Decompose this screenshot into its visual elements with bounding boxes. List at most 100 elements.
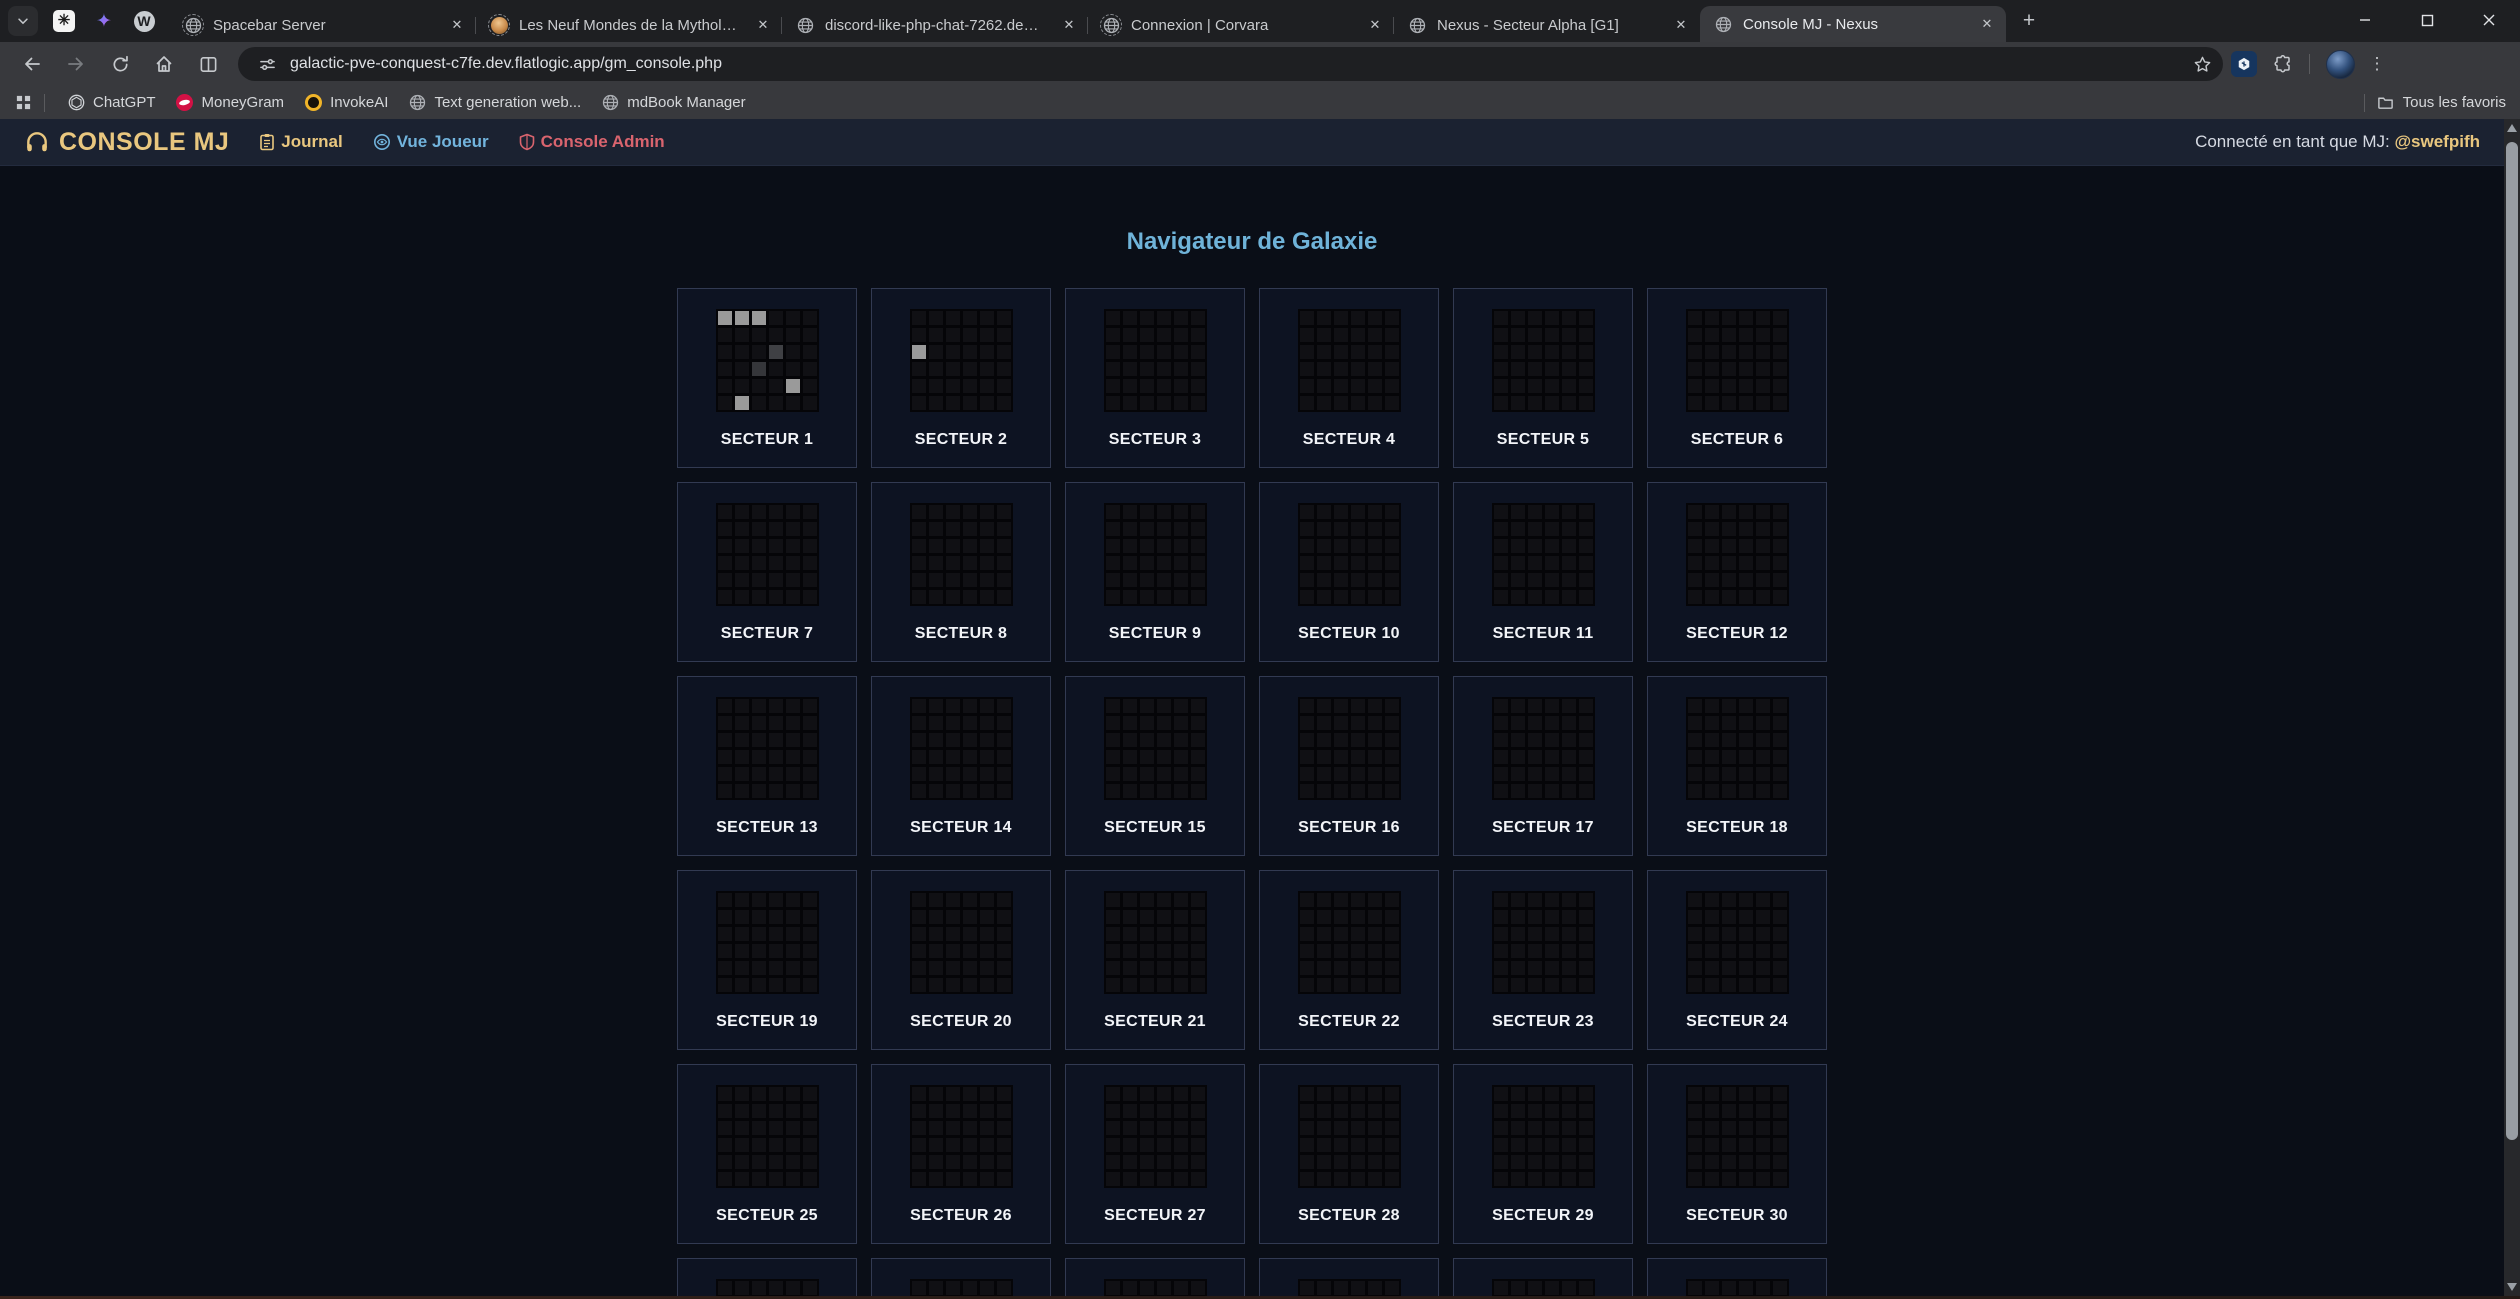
sector-card-25[interactable]: SECTEUR 25 (677, 1064, 857, 1244)
sector-card-36[interactable]: SECTEUR 36 (1647, 1258, 1827, 1296)
sector-card-21[interactable]: SECTEUR 21 (1065, 870, 1245, 1050)
nav-journal[interactable]: Journal (259, 132, 342, 152)
sector-card-11[interactable]: SECTEUR 11 (1453, 482, 1633, 662)
minimap-cell (1511, 522, 1525, 536)
bookmark-star-button[interactable] (2187, 49, 2217, 79)
tab-6[interactable]: Console MJ - Nexus✕ (1700, 6, 2006, 42)
browser-menu-button[interactable]: ⋮ (2363, 50, 2391, 78)
minimap-cell (1123, 733, 1137, 747)
pinned-tab-chatgpt[interactable]: ✳ (44, 4, 84, 38)
sector-card-9[interactable]: SECTEUR 9 (1065, 482, 1245, 662)
sector-card-31[interactable]: SECTEUR 31 (677, 1258, 857, 1296)
sector-card-3[interactable]: SECTEUR 3 (1065, 288, 1245, 468)
sector-card-8[interactable]: SECTEUR 8 (871, 482, 1051, 662)
tab-close-icon[interactable]: ✕ (1060, 16, 1078, 34)
minimap-cell (1140, 345, 1154, 359)
extension-button[interactable] (2231, 51, 2257, 77)
sector-card-29[interactable]: SECTEUR 29 (1453, 1064, 1633, 1244)
close-window-button[interactable] (2458, 0, 2520, 40)
sector-card-26[interactable]: SECTEUR 26 (871, 1064, 1051, 1244)
tab-close-icon[interactable]: ✕ (1672, 16, 1690, 34)
sector-card-2[interactable]: SECTEUR 2 (871, 288, 1051, 468)
nav-vue-joueur[interactable]: Vue Joueur (373, 132, 489, 152)
sector-card-15[interactable]: SECTEUR 15 (1065, 676, 1245, 856)
sector-card-17[interactable]: SECTEUR 17 (1453, 676, 1633, 856)
minimap-cell (1528, 573, 1542, 587)
home-button[interactable] (146, 46, 182, 82)
minimap-cell (963, 1138, 977, 1152)
sector-card-30[interactable]: SECTEUR 30 (1647, 1064, 1827, 1244)
url-text[interactable]: galactic-pve-conquest-c7fe.dev.flatlogic… (290, 55, 2187, 73)
tab-2[interactable]: Les Neuf Mondes de la Mythol…✕ (476, 8, 782, 42)
sector-card-24[interactable]: SECTEUR 24 (1647, 870, 1827, 1050)
new-tab-button[interactable]: + (2014, 6, 2044, 36)
minimize-button[interactable] (2334, 0, 2396, 40)
forward-button[interactable] (58, 46, 94, 82)
sector-card-23[interactable]: SECTEUR 23 (1453, 870, 1633, 1050)
scrollbar-thumb[interactable] (2506, 142, 2518, 1140)
tab-3[interactable]: discord-like-php-chat-7262.de…✕ (782, 8, 1088, 42)
sector-card-12[interactable]: SECTEUR 12 (1647, 482, 1827, 662)
sector-card-22[interactable]: SECTEUR 22 (1259, 870, 1439, 1050)
sector-card-4[interactable]: SECTEUR 4 (1259, 288, 1439, 468)
bookmark-3[interactable]: InvokeAI (294, 91, 398, 115)
apps-grid-button[interactable] (14, 94, 32, 112)
minimap-cell (1334, 1281, 1348, 1295)
tab-close-icon[interactable]: ✕ (1978, 15, 1996, 33)
sector-card-27[interactable]: SECTEUR 27 (1065, 1064, 1245, 1244)
minimap-cell (1705, 733, 1719, 747)
all-bookmarks[interactable]: Tous les favoris (2352, 94, 2506, 112)
sector-label: SECTEUR 29 (1492, 1207, 1594, 1225)
sector-card-33[interactable]: SECTEUR 33 (1065, 1258, 1245, 1296)
pinned-tab-wordpress[interactable]: W (124, 4, 164, 38)
extensions-button[interactable] (2265, 46, 2301, 82)
sector-card-14[interactable]: SECTEUR 14 (871, 676, 1051, 856)
tab-close-icon[interactable]: ✕ (1366, 16, 1384, 34)
minimap-cell (735, 927, 749, 941)
scrollbar-up-arrow-icon[interactable] (2507, 124, 2517, 132)
tab-search-button[interactable] (8, 6, 38, 36)
pinned-tab-gemini[interactable]: ✦ (84, 4, 124, 38)
back-button[interactable] (14, 46, 50, 82)
tab-5[interactable]: Nexus - Secteur Alpha [G1]✕ (1394, 8, 1700, 42)
sector-card-13[interactable]: SECTEUR 13 (677, 676, 857, 856)
sector-card-19[interactable]: SECTEUR 19 (677, 870, 857, 1050)
tab-close-icon[interactable]: ✕ (754, 16, 772, 34)
minimap-cell (980, 699, 994, 713)
tab-1[interactable]: Spacebar Server✕ (170, 8, 476, 42)
sector-card-7[interactable]: SECTEUR 7 (677, 482, 857, 662)
sector-card-1[interactable]: SECTEUR 1 (677, 288, 857, 468)
all-bookmarks-label[interactable]: Tous les favoris (2403, 94, 2506, 111)
sector-card-20[interactable]: SECTEUR 20 (871, 870, 1051, 1050)
tab-close-icon[interactable]: ✕ (448, 16, 466, 34)
reading-list-button[interactable] (190, 46, 226, 82)
site-info-button[interactable] (252, 49, 282, 79)
maximize-button[interactable] (2396, 0, 2458, 40)
bookmark-1[interactable]: ChatGPT (57, 91, 166, 115)
sector-label: SECTEUR 17 (1492, 819, 1594, 837)
sector-card-6[interactable]: SECTEUR 6 (1647, 288, 1827, 468)
tab-4[interactable]: Connexion | Corvara✕ (1088, 8, 1394, 42)
sector-card-35[interactable]: SECTEUR 35 (1453, 1258, 1633, 1296)
minimap-cell (997, 522, 1011, 536)
minimap-cell (963, 362, 977, 376)
minimap-cell (1688, 1281, 1702, 1295)
bookmark-2[interactable]: MoneyGram (166, 91, 295, 115)
sector-card-16[interactable]: SECTEUR 16 (1259, 676, 1439, 856)
sector-card-18[interactable]: SECTEUR 18 (1647, 676, 1827, 856)
url-bar[interactable]: galactic-pve-conquest-c7fe.dev.flatlogic… (238, 47, 2223, 81)
nav-console-admin[interactable]: Console Admin (519, 132, 665, 152)
sector-card-32[interactable]: SECTEUR 32 (871, 1258, 1051, 1296)
reload-button[interactable] (102, 46, 138, 82)
bookmark-4[interactable]: Text generation web... (398, 91, 591, 115)
minimap-cell (1688, 1087, 1702, 1101)
sector-card-5[interactable]: SECTEUR 5 (1453, 288, 1633, 468)
bookmark-5[interactable]: mdBook Manager (591, 91, 755, 115)
sector-card-34[interactable]: SECTEUR 34 (1259, 1258, 1439, 1296)
minimap-cell (1688, 944, 1702, 958)
profile-avatar[interactable] (2326, 50, 2355, 79)
sector-card-28[interactable]: SECTEUR 28 (1259, 1064, 1439, 1244)
scrollbar-down-arrow-icon[interactable] (2507, 1283, 2517, 1291)
sector-card-10[interactable]: SECTEUR 10 (1259, 482, 1439, 662)
page-scrollbar[interactable] (2504, 119, 2520, 1296)
